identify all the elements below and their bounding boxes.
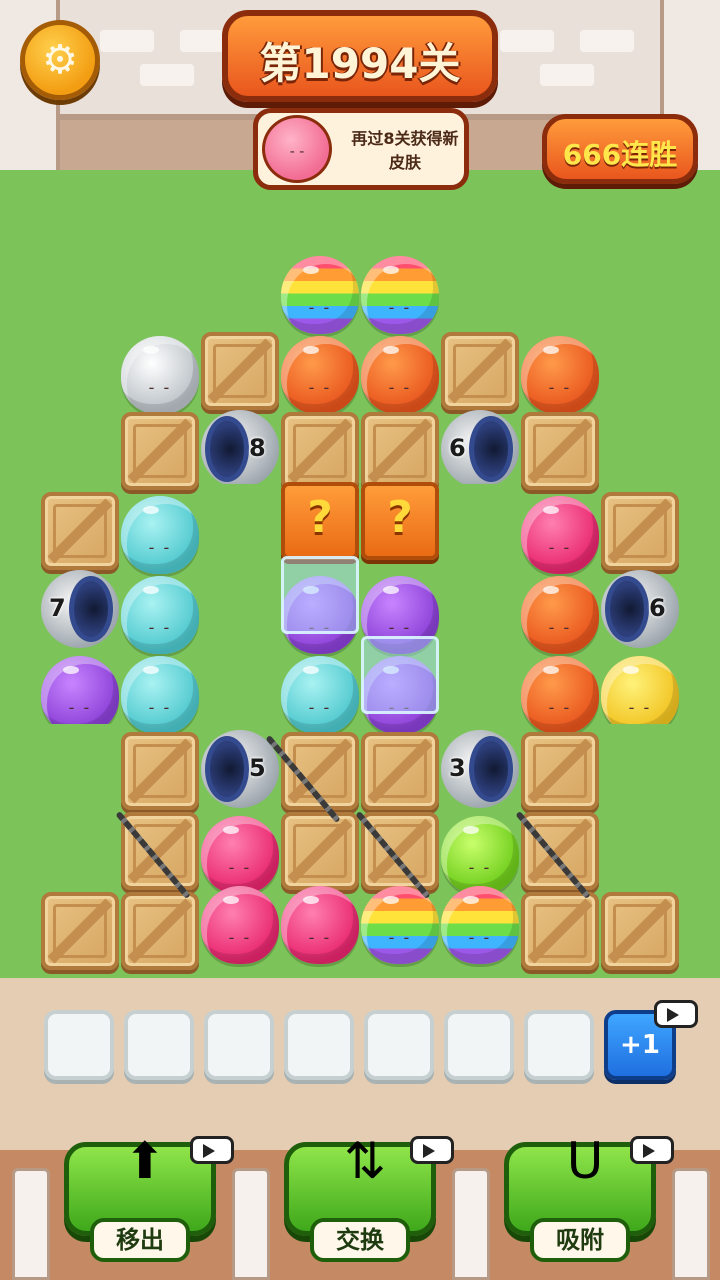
- pipe-spawner: 3: [441, 730, 519, 808]
- ball-orange[interactable]: - -: [521, 656, 599, 734]
- ball-rainbow-happy[interactable]: - -: [441, 886, 519, 964]
- video-ad-icon: [654, 1000, 698, 1028]
- wooden-crate: [361, 732, 439, 810]
- booster-magnet-label: 吸附: [530, 1218, 630, 1262]
- level-banner: 第1994关: [222, 10, 498, 102]
- pipe-hole-icon: [469, 736, 513, 802]
- wooden-crate: [121, 892, 199, 970]
- wooden-crate: [281, 412, 359, 490]
- pipe-count: 6: [449, 434, 466, 462]
- booster-swap-label: 交换: [310, 1218, 410, 1262]
- ball-pink-happy[interactable]: - -: [281, 886, 359, 964]
- settings-button[interactable]: ⚙: [20, 20, 100, 100]
- wooden-crate: [121, 412, 199, 490]
- ball-purple[interactable]: - -: [41, 656, 119, 734]
- level-title: 第1994关: [259, 39, 461, 88]
- ball-rainbow[interactable]: - -: [361, 256, 439, 334]
- ball-silver[interactable]: - -: [121, 336, 199, 414]
- ball-pink[interactable]: - -: [521, 496, 599, 574]
- tray-slot: [204, 1010, 274, 1080]
- pipe-spawner: 6: [601, 570, 679, 648]
- ice-block: [281, 556, 359, 634]
- wooden-crate: [521, 412, 599, 490]
- pipe-count: 7: [49, 594, 66, 622]
- swap-arrows-icon: ⇅: [344, 1132, 386, 1190]
- ball-orange[interactable]: - -: [361, 336, 439, 414]
- grass-notch: [0, 724, 120, 888]
- wooden-crate: [361, 412, 439, 490]
- pipe-hole-icon: [205, 736, 249, 802]
- wooden-crate: [201, 332, 279, 410]
- grass-notch: [600, 724, 720, 888]
- wooden-crate: [601, 892, 679, 970]
- pipe-spawner: 7: [41, 570, 119, 648]
- wooden-crate: [521, 812, 599, 890]
- pipe-count: 8: [249, 434, 266, 462]
- pipe-spawner: 6: [441, 410, 519, 488]
- pipe-hole-icon: [205, 416, 249, 482]
- win-streak-text: 666连胜: [562, 138, 678, 171]
- ball-cyan[interactable]: - -: [121, 656, 199, 734]
- wooden-crate: [521, 892, 599, 970]
- win-streak-badge: 666连胜: [542, 114, 698, 184]
- game-stage: - - - - - - - - - - - - 8 6 - - ? ? - - …: [0, 0, 720, 1280]
- tray-slot: [44, 1010, 114, 1080]
- ball-yellow[interactable]: - -: [601, 656, 679, 734]
- grass-divider: [202, 484, 280, 724]
- tray-slot: [364, 1010, 434, 1080]
- wooden-crate: [121, 732, 199, 810]
- gear-icon: ⚙: [42, 37, 78, 83]
- wooden-crate: [441, 332, 519, 410]
- ball-lime[interactable]: - -: [441, 816, 519, 894]
- wooden-crate: [41, 892, 119, 970]
- pipe-count: 6: [649, 594, 666, 622]
- wooden-crate: [121, 812, 199, 890]
- ice-block: [361, 636, 439, 714]
- ball-pink[interactable]: - -: [201, 816, 279, 894]
- tray-slot: [124, 1010, 194, 1080]
- ball-orange[interactable]: - -: [521, 336, 599, 414]
- mystery-box: ?: [361, 482, 439, 560]
- ball-pink-happy[interactable]: - -: [201, 886, 279, 964]
- pipe-hole-icon: [469, 416, 513, 482]
- magnet-icon: U: [566, 1132, 604, 1190]
- pipe-hole-icon: [605, 576, 649, 642]
- ball-rainbow[interactable]: - -: [281, 256, 359, 334]
- wooden-crate: [41, 492, 119, 570]
- mystery-box: ?: [281, 482, 359, 560]
- video-ad-icon: [410, 1136, 454, 1164]
- tray-slot: [444, 1010, 514, 1080]
- ball-cyan[interactable]: - -: [121, 576, 199, 654]
- pipe-count: 3: [449, 754, 466, 782]
- ball-orange[interactable]: - -: [281, 336, 359, 414]
- pipe-hole-icon: [69, 576, 113, 642]
- pipe-count: 5: [249, 754, 266, 782]
- pipe-spawner: 8: [201, 410, 279, 488]
- wooden-crate: [361, 812, 439, 890]
- grass-divider: [442, 484, 520, 724]
- skin-reward-panel: - - 再过8关获得新皮肤: [253, 108, 469, 190]
- ball-cyan[interactable]: - -: [281, 656, 359, 734]
- ball-cyan[interactable]: - -: [121, 496, 199, 574]
- tray-slot: [524, 1010, 594, 1080]
- tray-slot: [284, 1010, 354, 1080]
- video-ad-icon: [630, 1136, 674, 1164]
- ball-orange[interactable]: - -: [521, 576, 599, 654]
- cards-up-arrow-icon: ⬆: [124, 1132, 166, 1190]
- video-ad-icon: [190, 1136, 234, 1164]
- skin-avatar: - -: [262, 115, 332, 183]
- booster-move-out-label: 移出: [90, 1218, 190, 1262]
- extra-slot-label: +1: [620, 1030, 660, 1060]
- wooden-crate: [281, 812, 359, 890]
- wooden-crate: [521, 732, 599, 810]
- reward-text: 再过8关获得新皮肤: [351, 129, 459, 172]
- wooden-crate: [601, 492, 679, 570]
